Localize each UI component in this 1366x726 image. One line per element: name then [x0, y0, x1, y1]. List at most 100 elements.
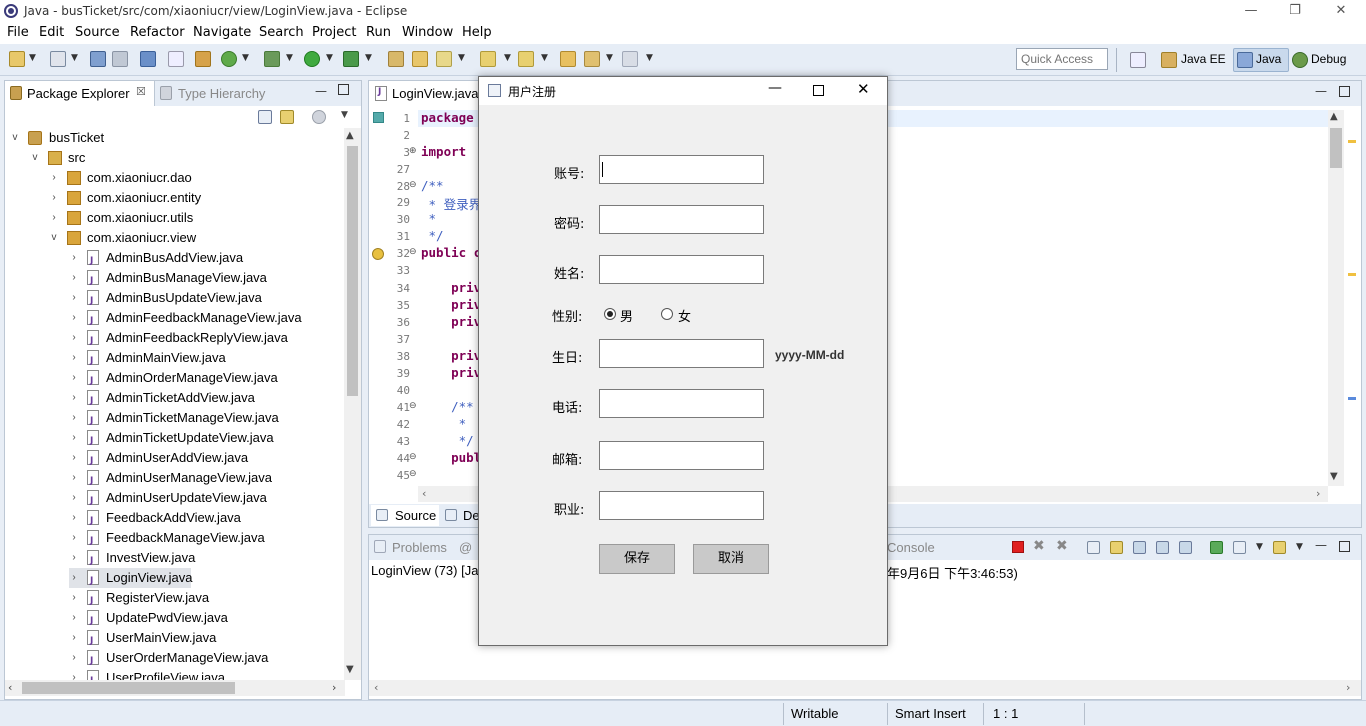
- code-line[interactable]: priv: [421, 314, 481, 329]
- back-icon[interactable]: [584, 51, 600, 67]
- code-line[interactable]: *: [421, 416, 474, 431]
- next-annotation-icon[interactable]: [480, 51, 496, 67]
- open-console-dropdown-icon[interactable]: ▼: [1296, 542, 1303, 552]
- gender-female-radio[interactable]: [661, 308, 673, 320]
- debug-dropdown-icon[interactable]: ▼: [286, 53, 293, 63]
- open-type-icon[interactable]: [388, 51, 404, 67]
- code-line[interactable]: *: [421, 211, 437, 226]
- open-folder-icon[interactable]: [412, 51, 428, 67]
- save-button[interactable]: 保存: [599, 544, 675, 574]
- prev-annotation-dropdown-icon[interactable]: ▼: [541, 53, 548, 63]
- display-console-icon[interactable]: [1233, 541, 1246, 554]
- view-menu-icon[interactable]: [312, 110, 326, 124]
- menu-run[interactable]: Run: [366, 25, 391, 40]
- chevron-right-icon[interactable]: ›: [49, 168, 59, 188]
- chevron-right-icon[interactable]: ›: [69, 348, 79, 368]
- new-dropdown-icon[interactable]: ▼: [29, 53, 36, 63]
- chevron-right-icon[interactable]: ›: [69, 328, 79, 348]
- minimize-view-icon[interactable]: —: [315, 84, 327, 98]
- chevron-right-icon[interactable]: ›: [69, 448, 79, 468]
- chevron-right-icon[interactable]: ›: [69, 608, 79, 628]
- collapse-all-icon[interactable]: [258, 110, 272, 124]
- refresh-dropdown-icon[interactable]: ▼: [242, 53, 249, 63]
- menu-source[interactable]: Source: [75, 25, 120, 40]
- last-edit-icon[interactable]: [560, 51, 576, 67]
- tree-item-java-file[interactable]: › LoginView.java: [69, 568, 193, 591]
- scroll-left-icon[interactable]: ‹: [374, 681, 378, 694]
- console-hscrollbar[interactable]: [369, 680, 1361, 696]
- chevron-right-icon[interactable]: ›: [69, 528, 79, 548]
- open-perspective-icon[interactable]: [1130, 52, 1146, 68]
- show-stderr-icon[interactable]: [1179, 541, 1192, 554]
- scroll-right-icon[interactable]: ›: [1316, 487, 1320, 500]
- code-line[interactable]: priv: [421, 348, 481, 363]
- chevron-right-icon[interactable]: ›: [69, 308, 79, 328]
- scroll-down-icon[interactable]: ▼: [1330, 471, 1338, 482]
- hscroll-thumb[interactable]: [22, 682, 235, 694]
- chevron-right-icon[interactable]: ›: [69, 508, 79, 528]
- scroll-left-icon[interactable]: ‹: [422, 487, 426, 500]
- restore-button[interactable]: ❐: [1272, 0, 1318, 24]
- show-stdout-icon[interactable]: [1156, 541, 1169, 554]
- maximize-view-icon[interactable]: [338, 84, 349, 95]
- forward-dropdown-icon[interactable]: ▼: [646, 53, 653, 63]
- menu-navigate[interactable]: Navigate: [193, 25, 251, 40]
- run-icon[interactable]: [304, 51, 320, 67]
- external-tools-dropdown-icon[interactable]: ▼: [365, 53, 372, 63]
- external-tools-icon[interactable]: [343, 51, 359, 67]
- scroll-up-icon[interactable]: ▲: [346, 130, 354, 141]
- tab-close-icon[interactable]: ☒: [136, 85, 146, 98]
- dialog-maximize-button[interactable]: [813, 85, 824, 96]
- prev-annotation-icon[interactable]: [518, 51, 534, 67]
- code-line[interactable]: /**: [421, 178, 444, 193]
- status-insert-mode[interactable]: Smart Insert: [895, 706, 966, 721]
- refresh-icon[interactable]: [221, 51, 237, 67]
- chevron-right-icon[interactable]: ›: [69, 548, 79, 568]
- chevron-right-icon[interactable]: ›: [49, 208, 59, 228]
- code-line[interactable]: priv: [421, 365, 481, 380]
- code-line[interactable]: publ: [421, 450, 481, 465]
- chevron-right-icon[interactable]: ›: [69, 628, 79, 648]
- terminate-icon[interactable]: [1012, 541, 1024, 553]
- birthday-input[interactable]: [599, 339, 764, 368]
- chevron-right-icon[interactable]: ›: [69, 388, 79, 408]
- chevron-right-icon[interactable]: ›: [69, 268, 79, 288]
- chevron-right-icon[interactable]: ›: [69, 588, 79, 608]
- fold-collapse-icon[interactable]: ⊖: [409, 247, 417, 257]
- chevron-right-icon[interactable]: ›: [69, 648, 79, 668]
- chevron-down-icon[interactable]: v: [30, 148, 40, 168]
- tab-problems[interactable]: Problems: [392, 540, 447, 555]
- code-line[interactable]: import: [421, 144, 474, 159]
- link-editor-icon[interactable]: [280, 110, 294, 124]
- phone-input[interactable]: [599, 389, 764, 418]
- menu-help[interactable]: Help: [462, 25, 492, 40]
- menu-window[interactable]: Window: [402, 25, 453, 40]
- scroll-lock-icon[interactable]: [1110, 541, 1123, 554]
- clear-console-icon[interactable]: [1087, 541, 1100, 554]
- chevron-right-icon[interactable]: ›: [69, 288, 79, 308]
- code-line[interactable]: package: [421, 110, 474, 125]
- fold-collapse-icon[interactable]: ⊖: [409, 452, 417, 462]
- dialog-close-button[interactable]: ✕: [857, 80, 870, 98]
- gender-male-label[interactable]: 男: [620, 306, 633, 325]
- code-line[interactable]: */: [421, 433, 474, 448]
- chevron-right-icon[interactable]: ›: [69, 488, 79, 508]
- tab-type-hierarchy[interactable]: Type Hierarchy: [178, 86, 265, 101]
- maximize-console-icon[interactable]: [1339, 541, 1350, 552]
- code-line[interactable]: /**: [421, 399, 474, 414]
- search-dropdown-icon[interactable]: ▼: [458, 53, 465, 63]
- scroll-right-icon[interactable]: ›: [332, 681, 336, 694]
- fold-collapse-icon[interactable]: ⊖: [409, 401, 417, 411]
- new-icon[interactable]: [9, 51, 25, 67]
- debug-icon[interactable]: [264, 51, 280, 67]
- chevron-right-icon[interactable]: ›: [69, 368, 79, 388]
- chevron-right-icon[interactable]: ›: [69, 408, 79, 428]
- remove-all-icon[interactable]: ✖: [1056, 538, 1068, 554]
- maximize-editor-icon[interactable]: [1339, 86, 1350, 97]
- vscroll-thumb[interactable]: [347, 146, 358, 396]
- editor-vscroll-thumb[interactable]: [1330, 128, 1342, 168]
- chevron-right-icon[interactable]: ›: [69, 568, 79, 588]
- code-line[interactable]: priv: [421, 297, 481, 312]
- minimize-console-icon[interactable]: —: [1315, 538, 1327, 552]
- dialog-minimize-button[interactable]: —: [768, 80, 782, 96]
